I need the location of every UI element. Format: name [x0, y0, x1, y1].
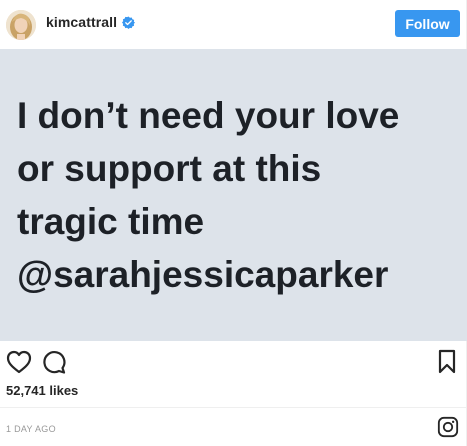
verified-badge-icon [122, 16, 136, 29]
post-image-text: I don’t need your love or support at thi… [17, 89, 399, 301]
heart-icon[interactable] [6, 350, 32, 374]
instagram-post: kimcattrall Follow I don’t need your lov… [0, 0, 467, 446]
post-text-line: or support at this [17, 148, 322, 189]
username[interactable]: kimcattrall [46, 14, 117, 30]
action-bar [0, 345, 467, 379]
avatar-image [6, 10, 36, 40]
post-text-line: tragic time [17, 201, 205, 242]
post-header: kimcattrall Follow [0, 0, 467, 48]
timestamp[interactable]: 1 DAY AGO [6, 424, 56, 434]
avatar[interactable] [6, 10, 36, 40]
comment-icon[interactable] [42, 350, 66, 374]
post-text-line: @sarahjessicaparker [17, 254, 389, 295]
instagram-logo-icon[interactable] [437, 416, 459, 438]
divider [0, 407, 467, 408]
likes-count[interactable]: 52,741 likes [6, 383, 78, 398]
post-image[interactable]: I don’t need your love or support at thi… [0, 49, 467, 341]
post-text-line: I don’t need your love [17, 95, 400, 136]
bookmark-icon[interactable] [437, 349, 457, 375]
username-group: kimcattrall [46, 14, 136, 30]
follow-button[interactable]: Follow [395, 10, 460, 37]
